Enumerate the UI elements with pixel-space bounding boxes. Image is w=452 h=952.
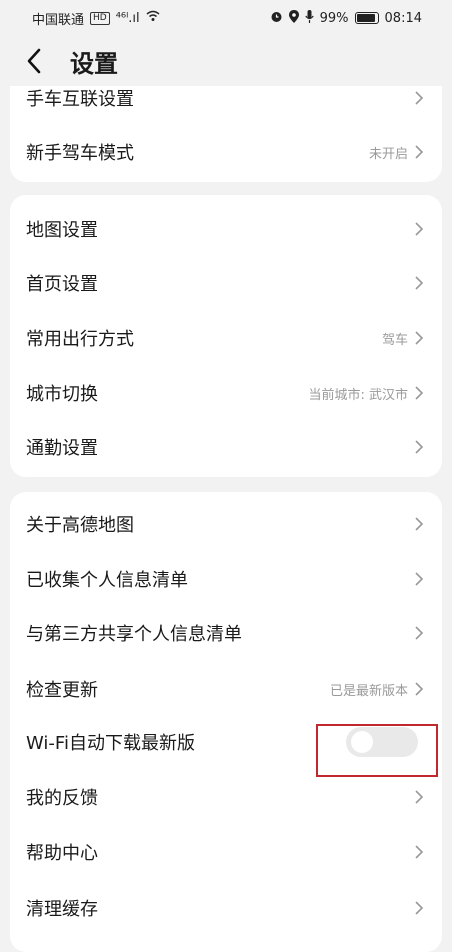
- row-value: 当前城市: 武汉市: [308, 387, 408, 403]
- row-label: 关于高德地图: [26, 515, 134, 536]
- settings-row[interactable]: 新手驾车模式 未开启: [10, 124, 442, 180]
- chevron-right-icon: [415, 386, 424, 400]
- clock-time: 08:14: [384, 10, 422, 26]
- hd-icon: HD: [90, 11, 110, 25]
- row-label: 新手驾车模式: [26, 143, 134, 164]
- settings-row[interactable]: 常用出行方式 驾车: [10, 310, 442, 366]
- row-label: 已收集个人信息清单: [26, 570, 188, 591]
- signal-icon: ⁴⁶ˡ.ıl: [115, 10, 140, 26]
- settings-row[interactable]: 首页设置: [10, 255, 442, 311]
- chevron-right-icon: [415, 331, 424, 345]
- battery-percent: 99%: [319, 10, 349, 26]
- wifi-icon: [146, 10, 160, 26]
- page-title: 设置: [70, 49, 118, 78]
- highlight-box: [316, 724, 438, 777]
- settings-row[interactable]: 通勤设置: [10, 419, 442, 475]
- settings-row[interactable]: 地图设置: [10, 201, 442, 257]
- row-label: 通勤设置: [26, 438, 98, 459]
- chevron-right-icon: [415, 145, 424, 159]
- microphone-icon: [304, 9, 314, 27]
- settings-row[interactable]: 已收集个人信息清单: [10, 551, 442, 607]
- chevron-left-icon: [27, 48, 41, 74]
- settings-row[interactable]: 与第三方共享个人信息清单: [10, 605, 442, 661]
- row-label: 帮助中心: [26, 843, 98, 864]
- chevron-right-icon: [415, 440, 424, 454]
- row-value: 已是最新版本: [329, 683, 408, 699]
- back-button[interactable]: [26, 47, 48, 75]
- row-label: 城市切换: [26, 384, 98, 405]
- chevron-right-icon: [415, 222, 424, 236]
- row-label: 手车互联设置: [26, 89, 134, 110]
- battery-icon: [354, 12, 379, 24]
- chevron-right-icon: [415, 626, 424, 640]
- chevron-right-icon: [415, 276, 424, 290]
- chevron-right-icon: [415, 682, 424, 696]
- chevron-right-icon: [415, 91, 424, 105]
- settings-row[interactable]: 我的反馈: [10, 769, 442, 825]
- settings-row[interactable]: 检查更新 已是最新版本: [10, 661, 442, 717]
- settings-row[interactable]: 帮助中心: [10, 824, 442, 880]
- page-header: 设置: [0, 36, 452, 86]
- chevron-right-icon: [415, 517, 424, 531]
- settings-row[interactable]: 城市切换 当前城市: 武汉市: [10, 365, 442, 421]
- settings-card-2: 地图设置 首页设置 常用出行方式 驾车 城市切换 当前城市: 武汉市 通勤设置: [10, 195, 442, 477]
- chevron-right-icon: [415, 901, 424, 915]
- chevron-right-icon: [415, 572, 424, 586]
- row-label: 清理缓存: [26, 899, 98, 920]
- settings-card-3: 关于高德地图 已收集个人信息清单 与第三方共享个人信息清单 检查更新 已是最新版…: [10, 492, 442, 952]
- chevron-right-icon: [415, 790, 424, 804]
- settings-row[interactable]: 关于高德地图: [10, 496, 442, 552]
- row-label: 与第三方共享个人信息清单: [26, 624, 242, 645]
- row-label: 首页设置: [26, 274, 98, 295]
- carrier-label: 中国联通: [32, 12, 85, 28]
- status-bar: 中国联通 HD ⁴⁶ˡ.ıl 99% 08:14: [0, 0, 452, 36]
- location-icon: [288, 9, 299, 27]
- settings-list[interactable]: 手车互联设置 新手驾车模式 未开启 地图设置 首页设置 常用出行方式 驾车 城市…: [0, 62, 452, 952]
- row-label: Wi-Fi自动下载最新版: [26, 733, 195, 754]
- row-label: 我的反馈: [26, 788, 98, 809]
- row-value: 驾车: [381, 332, 408, 348]
- row-label: 检查更新: [26, 680, 98, 701]
- row-value: 未开启: [368, 146, 408, 162]
- alarm-icon: [270, 10, 283, 27]
- row-label: 地图设置: [26, 220, 98, 241]
- chevron-right-icon: [415, 845, 424, 859]
- row-label: 常用出行方式: [26, 329, 134, 350]
